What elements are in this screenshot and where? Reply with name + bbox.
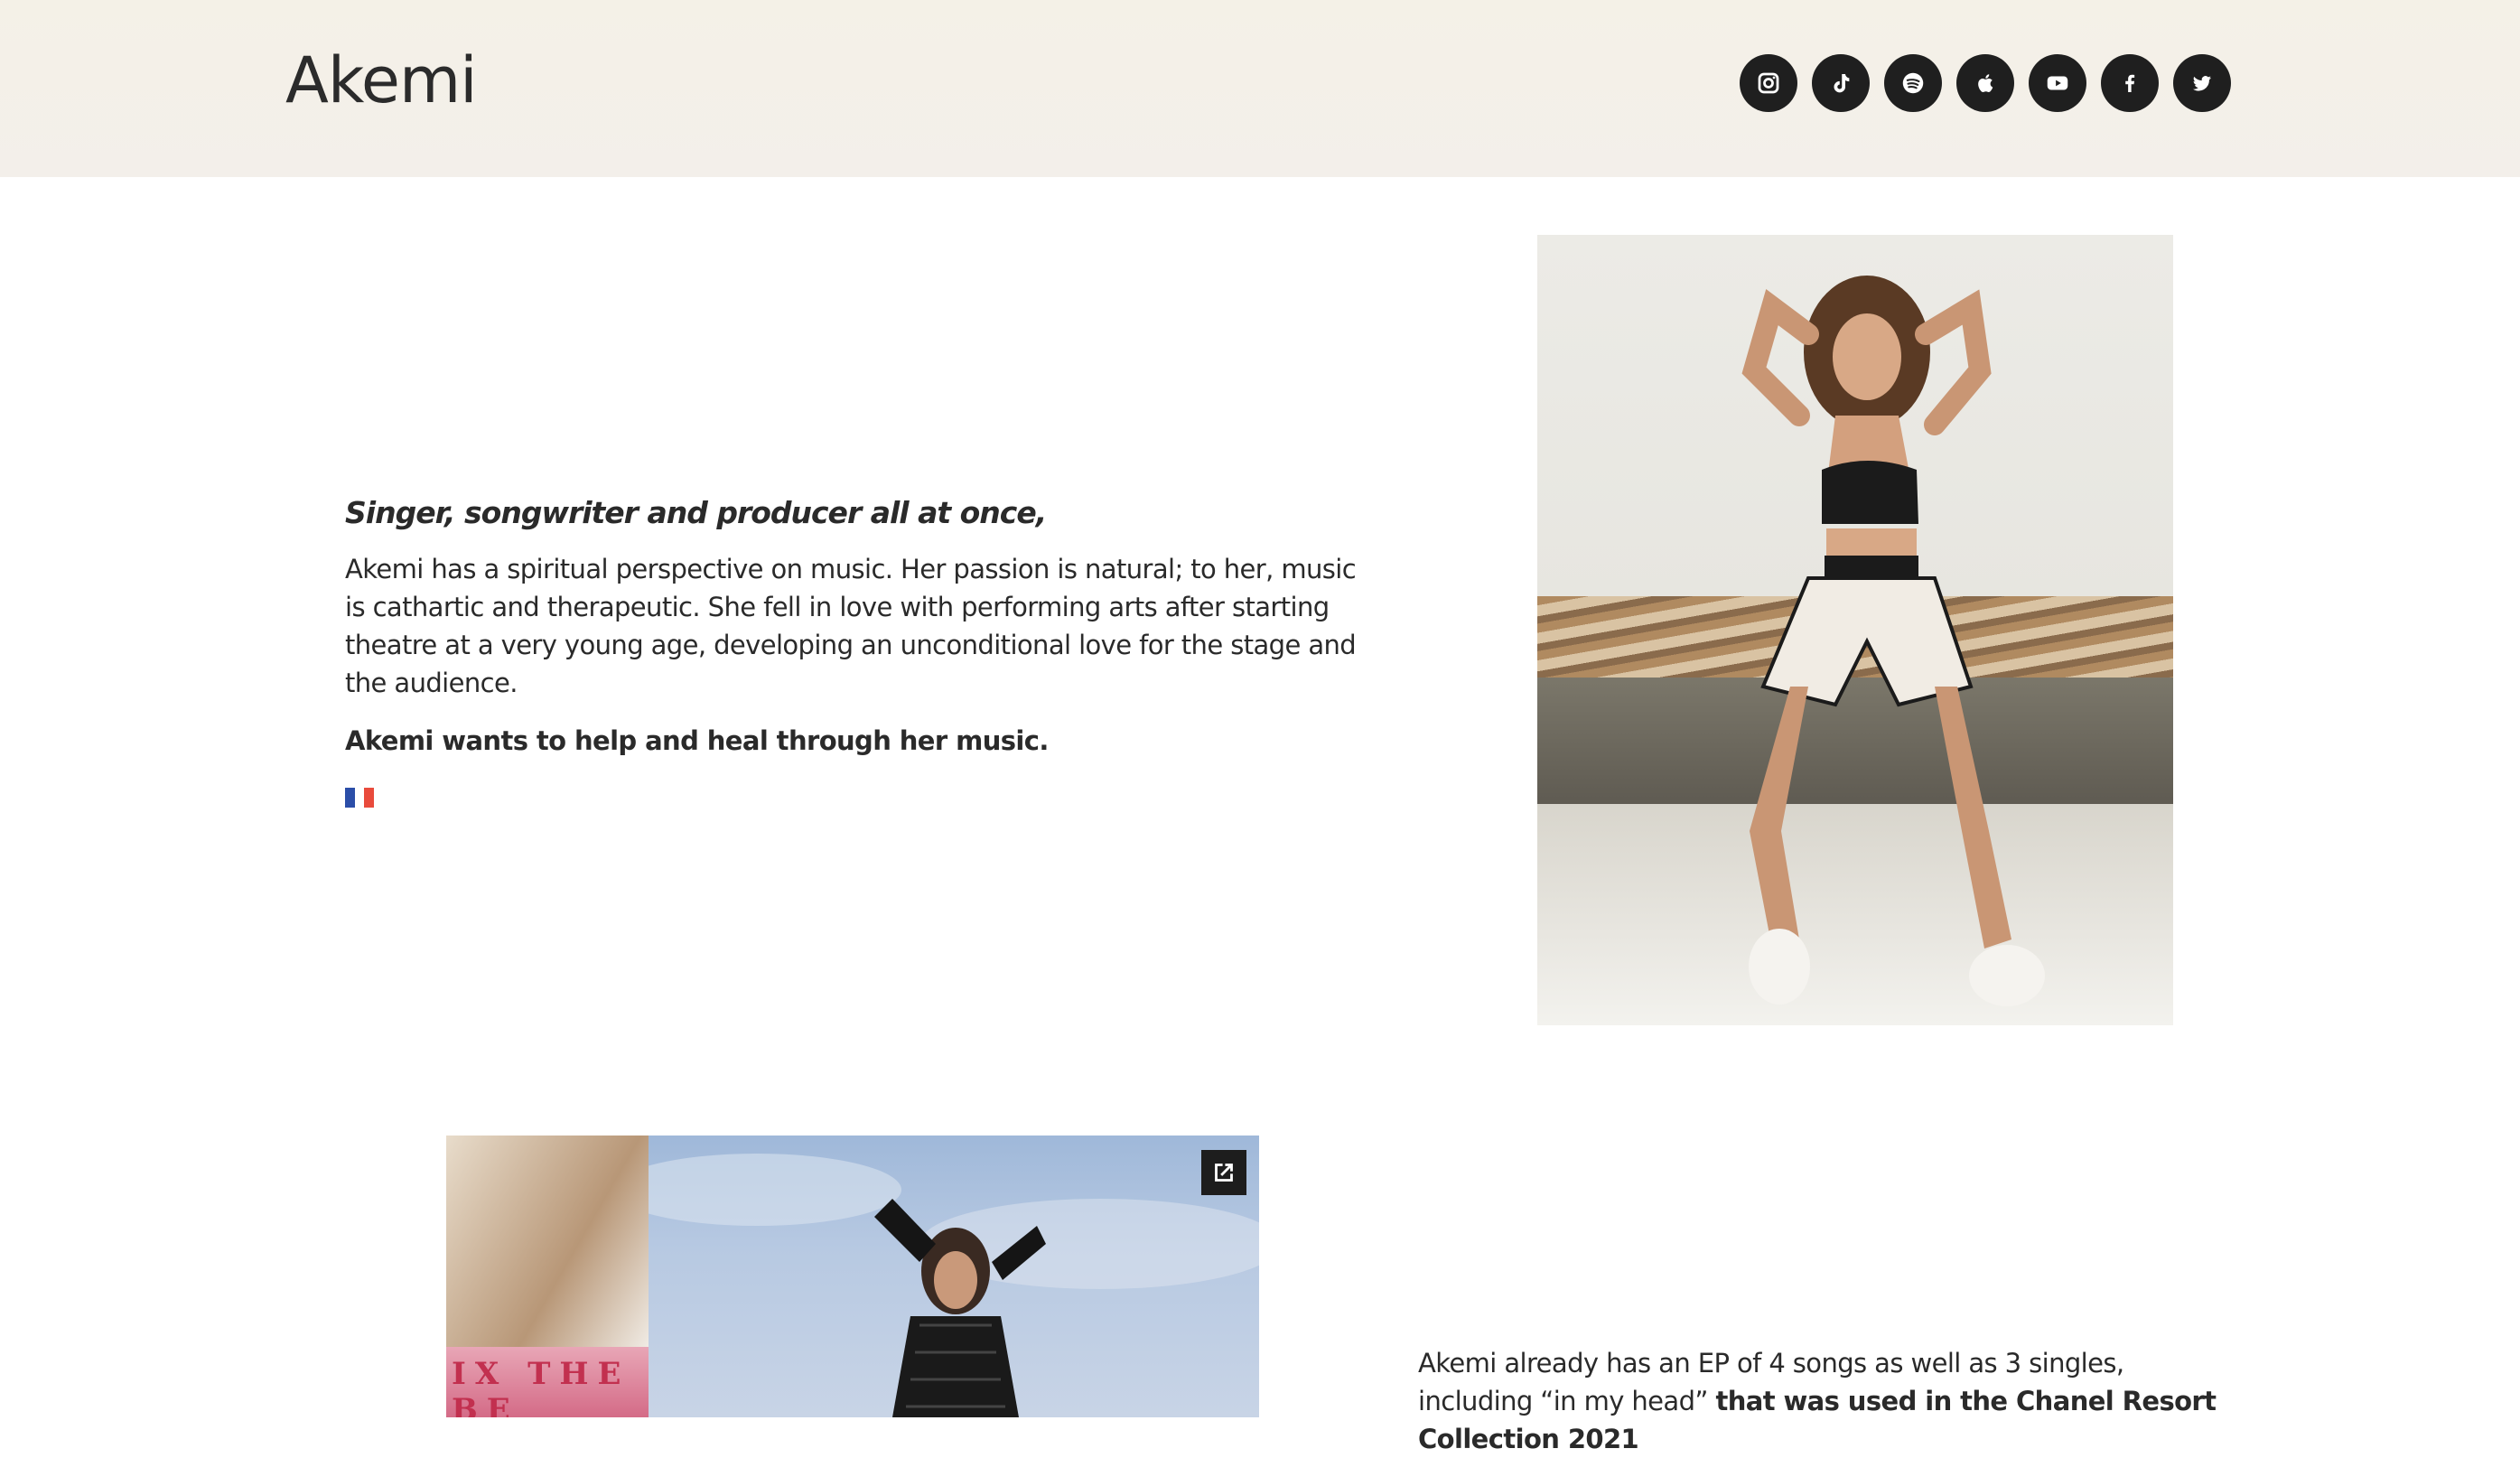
gallery-thumbnail-poster[interactable]: IX THE BE (446, 1347, 649, 1417)
site-header: Akemi (0, 0, 2520, 177)
tagline: Singer, songwriter and producer all at o… (345, 495, 1047, 530)
spotify-icon[interactable] (1884, 54, 1942, 112)
facebook-icon[interactable] (2101, 54, 2159, 112)
gallery-thumbnail[interactable] (446, 1136, 649, 1347)
brand-logo[interactable]: Akemi (285, 43, 478, 117)
artist-photo (1537, 235, 2173, 1025)
youtube-icon[interactable] (2029, 54, 2086, 112)
ep-paragraph: Akemi already has an EP of 4 songs as we… (1418, 1344, 2231, 1458)
external-link-icon[interactable] (1201, 1150, 1246, 1195)
social-links (1740, 54, 2231, 112)
photo-gallery[interactable]: IX THE BE (446, 1136, 1259, 1417)
gallery-main-image[interactable] (612, 1136, 1259, 1417)
apple-music-icon[interactable] (1956, 54, 2014, 112)
intro-section: Singer, songwriter and producer all at o… (345, 495, 1366, 702)
tiktok-icon[interactable] (1812, 54, 1870, 112)
twitter-icon[interactable] (2173, 54, 2231, 112)
mission-statement: Akemi wants to help and heal through her… (345, 725, 1049, 756)
bio-paragraph: Akemi has a spiritual perspective on mus… (345, 554, 1357, 698)
instagram-icon[interactable] (1740, 54, 1797, 112)
france-flag-icon (345, 788, 375, 808)
